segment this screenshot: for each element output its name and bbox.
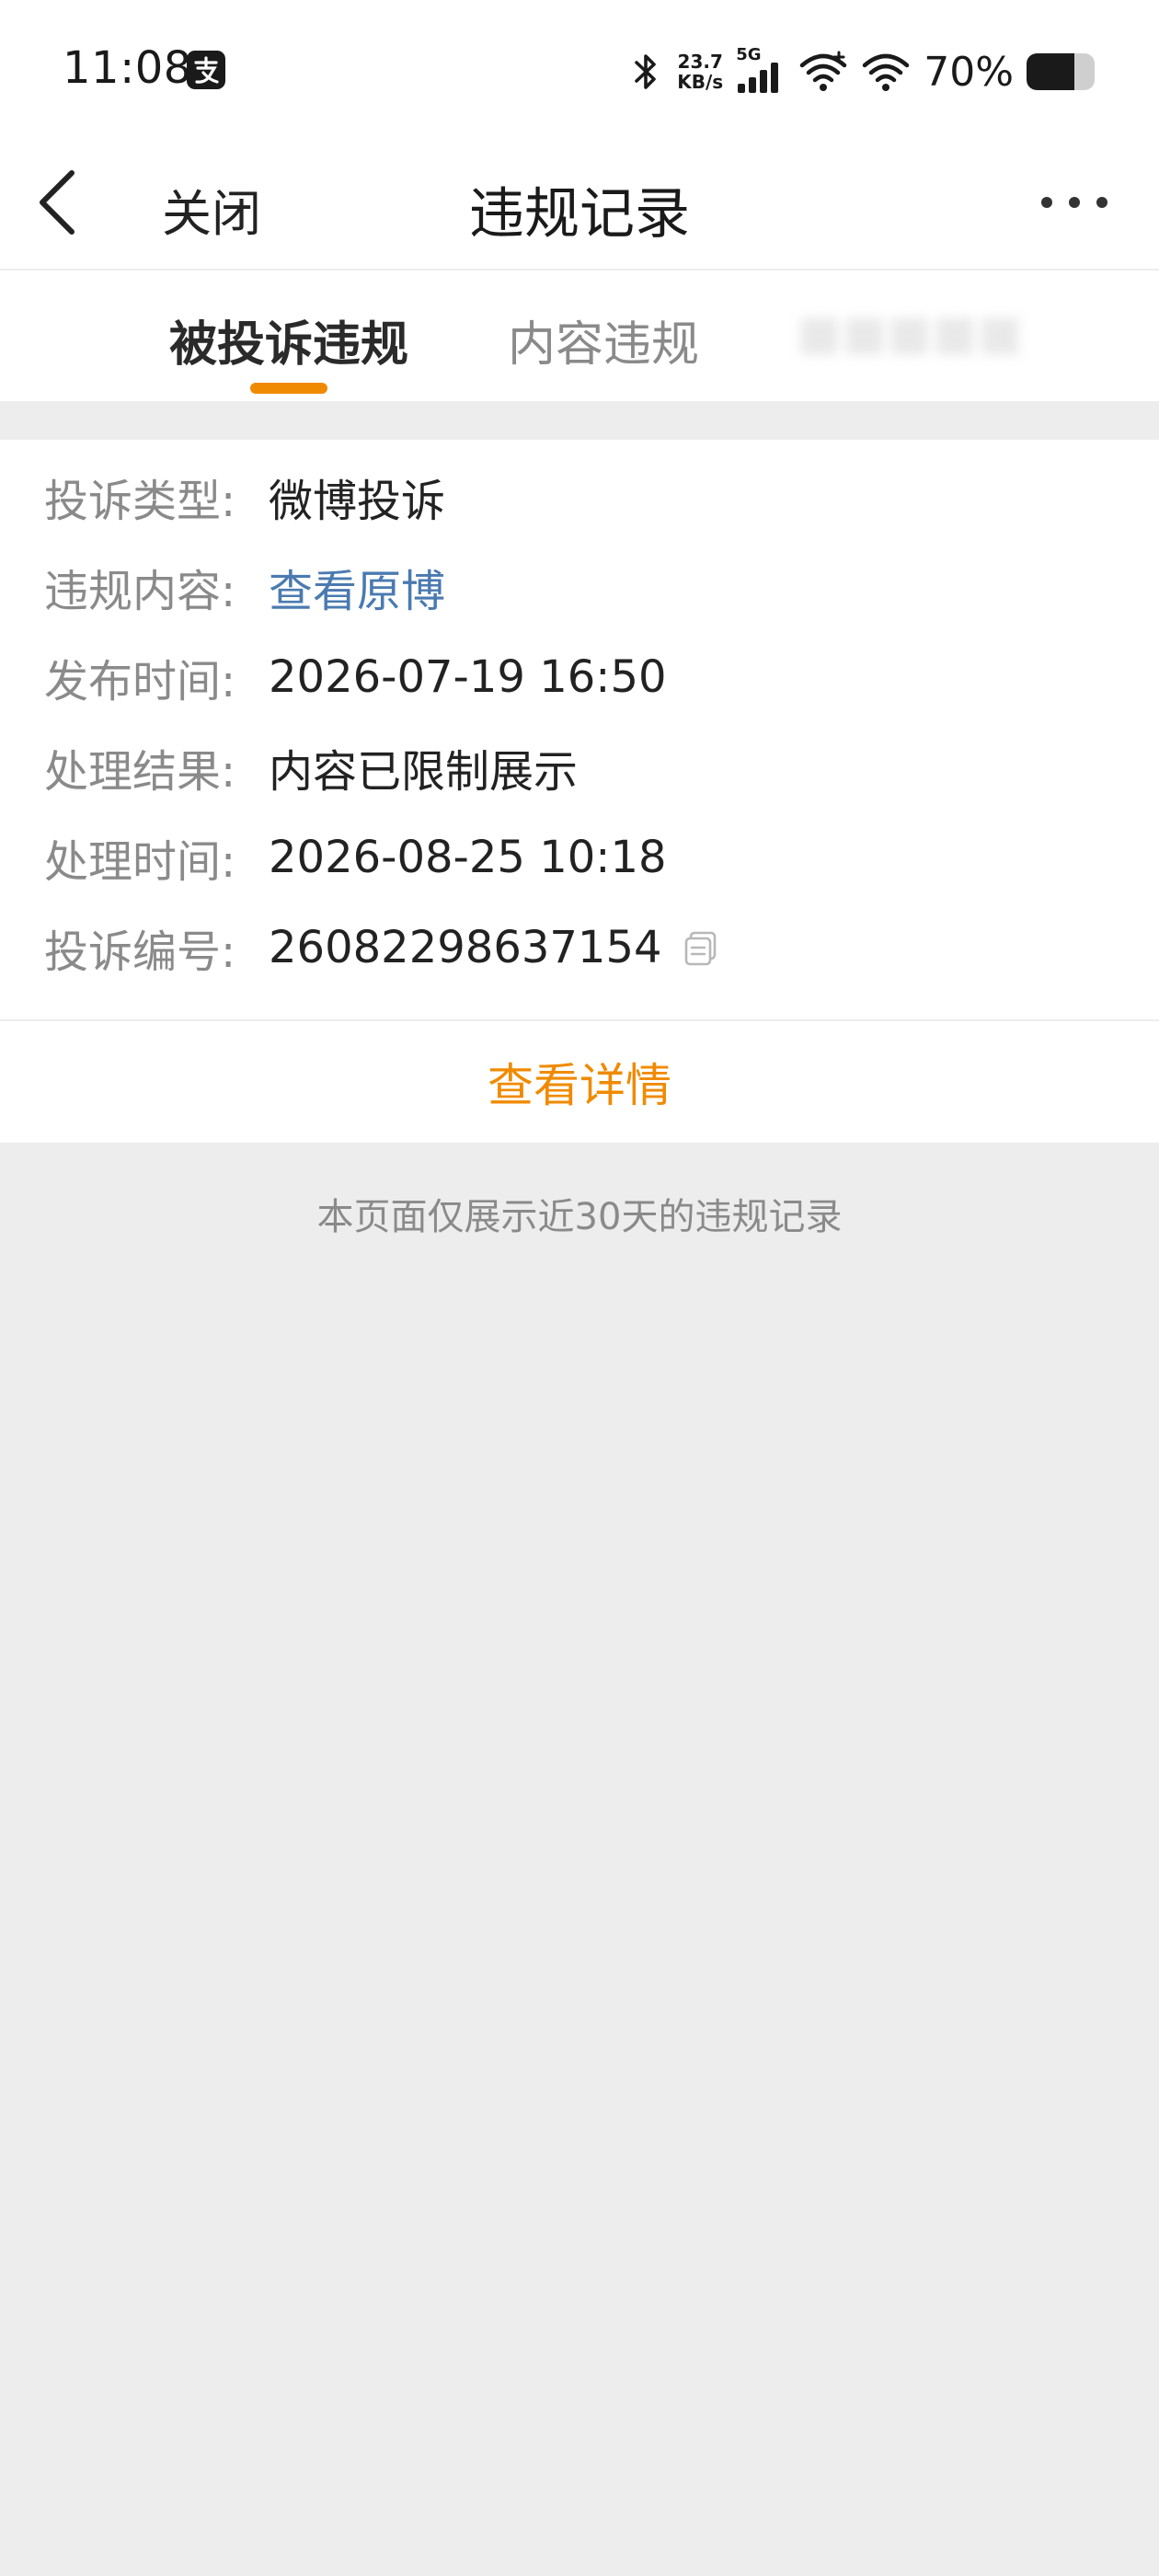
status-icons: 23.7 KB/s 5G 70% (627, 44, 1095, 99)
publish-time-value: 2026-07-19 16:50 (269, 651, 667, 703)
violation-content-label: 违规内容: (44, 566, 236, 617)
view-original-post-link[interactable]: 查看原博 (269, 555, 445, 619)
publish-time-row: 发布时间: 2026-07-19 16:50 (44, 650, 667, 707)
tab-obscured[interactable]: ■■■■■ (797, 305, 1023, 361)
process-result-row: 处理结果: 内容已限制展示 (44, 740, 578, 798)
network-speed-unit: KB/s (677, 71, 724, 93)
publish-time-label: 发布时间: (44, 656, 236, 707)
wifi-icon (862, 53, 910, 91)
cellular-signal: 5G (736, 45, 786, 95)
nav-bar: 关闭 违规记录 (0, 138, 1159, 270)
battery-icon (1027, 53, 1095, 90)
view-details-button[interactable]: 查看详情 (0, 1021, 1159, 1143)
signal-bars-icon (738, 63, 779, 93)
network-speed: 23.7 KB/s (677, 52, 723, 92)
complaint-type-value: 微博投诉 (269, 476, 446, 527)
tab-content-violations[interactable]: 内容违规 (508, 305, 699, 374)
battery-fill (1027, 53, 1074, 90)
violation-content-row: 违规内容: 查看原博 (44, 559, 445, 617)
status-bar: 11:08 23.7 KB/s 5G 70% (0, 0, 1159, 138)
copy-icon[interactable] (683, 929, 719, 966)
network-speed-value: 23.7 (677, 51, 723, 73)
process-result-label: 处理结果: (44, 746, 236, 798)
complaint-id-label: 投诉编号: (44, 926, 236, 978)
alipay-notification-icon (187, 51, 225, 89)
process-time-label: 处理时间: (44, 836, 236, 888)
violation-record-card: 投诉类型: 微博投诉 违规内容: 查看原博 发布时间: 2026-07-19 1… (0, 440, 1159, 1143)
process-time-value: 2026-08-25 10:18 (269, 832, 667, 883)
complaint-type-label: 投诉类型: (44, 476, 236, 527)
status-time: 11:08 (63, 42, 192, 94)
complaint-id-value: 26082298637154 (269, 922, 662, 973)
active-tab-indicator (250, 383, 327, 394)
footer-note: 本页面仅展示近30天的违规记录 (316, 1196, 843, 1238)
wifi-plus-icon (799, 51, 847, 91)
process-time-row: 处理时间: 2026-08-25 10:18 (44, 830, 667, 888)
battery-percent: 70% (924, 48, 1014, 96)
tab-bar: 被投诉违规 内容违规 ■■■■■ (0, 270, 1159, 401)
bluetooth-icon (635, 54, 657, 89)
more-options-icon[interactable] (1038, 184, 1111, 221)
complaint-id-row: 投诉编号: 26082298637154 (44, 920, 719, 978)
tab-complained-violations[interactable]: 被投诉违规 (169, 305, 408, 374)
complaint-type-row: 投诉类型: 微博投诉 (44, 469, 445, 527)
page-title: 违规记录 (469, 182, 690, 247)
process-result-value: 内容已限制展示 (269, 746, 579, 798)
